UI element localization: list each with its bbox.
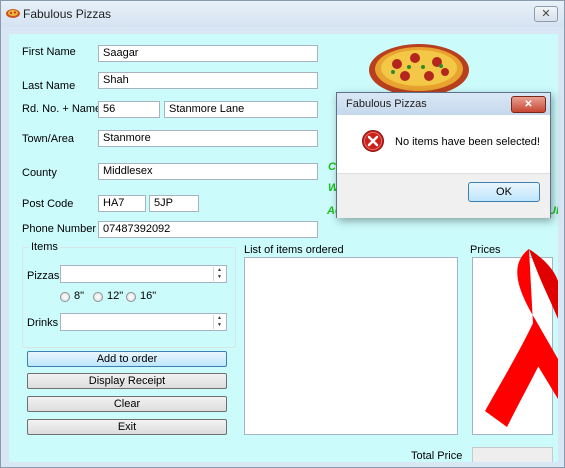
road-label: Rd. No. + Name: [22, 103, 102, 115]
postcode-part2-field[interactable]: 5JP: [149, 195, 199, 212]
last-name-field[interactable]: Shah: [98, 72, 318, 89]
size-8-label: 8": [74, 290, 85, 302]
window-close-button[interactable]: ✕: [534, 6, 558, 22]
total-price-field: [472, 447, 553, 462]
ok-button[interactable]: OK: [468, 182, 540, 202]
dialog-footer: OK: [337, 173, 550, 218]
dialog-body: No items have been selected!: [337, 115, 550, 173]
dialog-title-bar[interactable]: Fabulous Pizzas ✕: [337, 93, 550, 115]
town-field[interactable]: Stanmore: [98, 130, 318, 147]
dialog-title: Fabulous Pizzas: [346, 98, 427, 110]
phone-label: Phone Number: [22, 223, 96, 235]
ordered-items-list[interactable]: [244, 257, 458, 435]
window-title: Fabulous Pizzas: [23, 7, 112, 21]
main-window: Fabulous Pizzas ✕ First Name Saagar Last…: [0, 0, 565, 468]
drinks-spinner-icon[interactable]: ▲ ▼: [213, 315, 225, 329]
pizza-app-icon: [6, 9, 20, 18]
town-label: Town/Area: [22, 133, 74, 145]
county-field[interactable]: Middlesex: [98, 163, 318, 180]
county-label: County: [22, 167, 57, 179]
postcode-label: Post Code: [22, 198, 74, 210]
add-to-order-button[interactable]: Add to order: [27, 351, 227, 367]
pizzas-label: Pizzas: [27, 270, 60, 282]
display-receipt-button[interactable]: Display Receipt: [27, 373, 227, 389]
postcode-part1-field[interactable]: HA7: [98, 195, 146, 212]
size-8-radio[interactable]: [60, 292, 70, 302]
first-name-label: First Name: [22, 46, 76, 58]
last-name-label: Last Name: [22, 80, 76, 92]
drinks-label: Drinks: [27, 317, 59, 329]
ordered-list-label: List of items ordered: [244, 244, 344, 256]
size-12-label: 12": [107, 290, 124, 302]
drinks-combo[interactable]: ▲ ▼: [60, 313, 227, 331]
error-icon: [362, 130, 384, 152]
phone-field[interactable]: 07487392092: [98, 221, 318, 238]
dialog-message: No items have been selected!: [395, 136, 540, 148]
pizzas-combo[interactable]: ▲ ▼: [60, 265, 227, 283]
size-16-radio[interactable]: [126, 292, 136, 302]
road-number-field[interactable]: 56: [98, 101, 160, 118]
title-bar[interactable]: Fabulous Pizzas ✕: [1, 1, 564, 27]
size-12-radio[interactable]: [93, 292, 103, 302]
pizza-image: [369, 44, 469, 96]
exit-button[interactable]: Exit: [27, 419, 227, 435]
first-name-field[interactable]: Saagar: [98, 45, 318, 62]
pizzas-spinner-icon[interactable]: ▲ ▼: [213, 267, 225, 281]
items-group-title: Items: [29, 241, 60, 253]
road-name-field[interactable]: Stanmore Lane: [164, 101, 318, 118]
total-price-label: Total Price: [411, 450, 463, 462]
dialog-close-button[interactable]: ✕: [511, 96, 546, 113]
size-16-label: 16": [140, 290, 157, 302]
red-ribbon-image: [485, 249, 558, 427]
clear-button[interactable]: Clear: [27, 396, 227, 412]
error-dialog: Fabulous Pizzas ✕ No items have been sel…: [336, 92, 551, 218]
